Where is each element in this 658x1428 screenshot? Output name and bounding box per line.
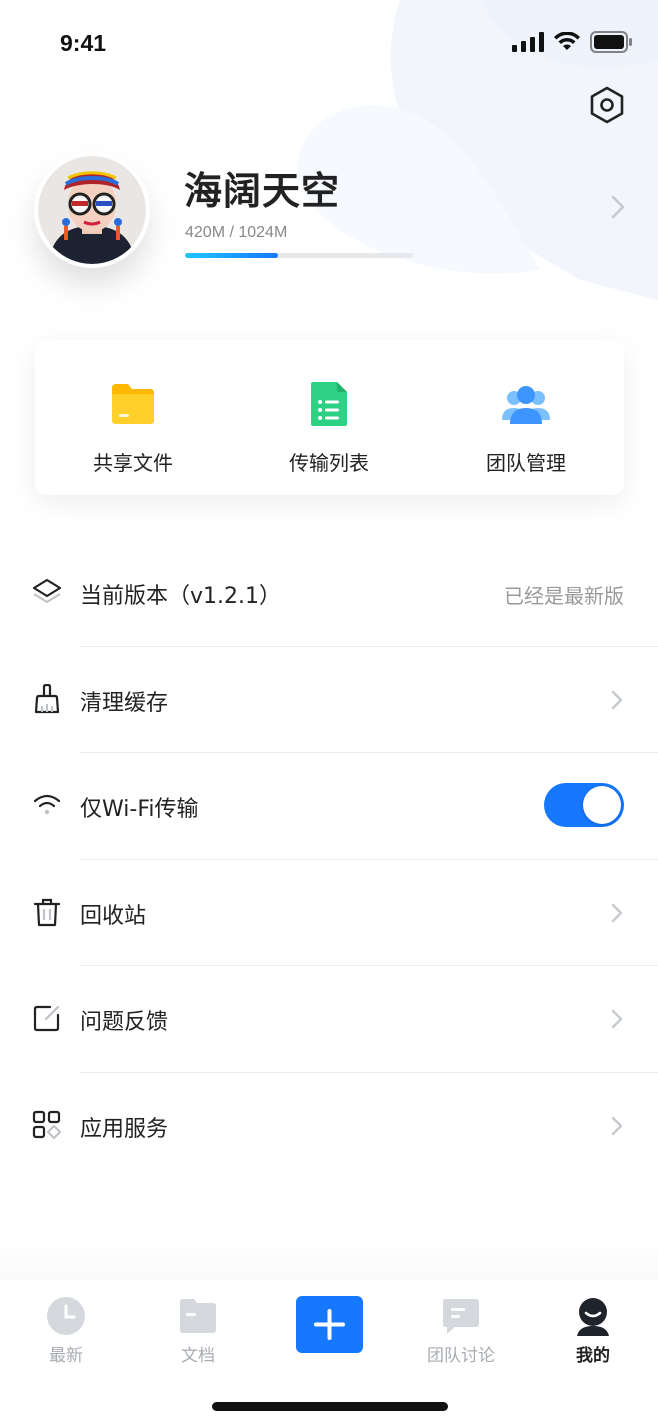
home-indicator [212, 1402, 448, 1411]
chevron-right-icon [611, 1009, 623, 1029]
tab-label: 文档 [181, 1346, 215, 1366]
trash-icon [33, 898, 61, 926]
quick-action-shared-files[interactable]: 共享文件 [35, 340, 231, 495]
chevron-right-icon [611, 690, 623, 709]
battery-icon [590, 31, 632, 53]
wifi-status-icon [554, 32, 580, 50]
username: 海阔天空 [184, 169, 341, 213]
team-icon [502, 386, 550, 424]
chat-icon [443, 1299, 479, 1334]
tab-documents[interactable]: 文档 [148, 1280, 248, 1370]
storage-progress-fill [185, 253, 279, 258]
chevron-right-icon [611, 1116, 623, 1135]
quick-action-team-management[interactable]: 团队管理 [428, 340, 624, 495]
menu-label: 当前版本（v1.2.1） [80, 584, 281, 609]
add-button[interactable] [296, 1296, 363, 1353]
avatar-frame[interactable] [34, 152, 150, 268]
user-icon [577, 1298, 609, 1336]
settings-hex-icon[interactable] [588, 86, 626, 124]
menu-label: 仅Wi-Fi传输 [80, 797, 199, 822]
edit-icon [33, 1005, 60, 1032]
tab-team-discussion[interactable]: 团队讨论 [411, 1280, 511, 1370]
tab-label: 团队讨论 [427, 1346, 495, 1366]
quick-action-label: 团队管理 [486, 451, 566, 475]
menu-row-version[interactable]: 当前版本（v1.2.1） 已经是最新版 [0, 540, 658, 647]
chevron-right-icon [611, 903, 623, 922]
tab-latest[interactable]: 最新 [16, 1280, 116, 1370]
folder-icon [180, 1299, 216, 1333]
settings-menu: 当前版本（v1.2.1） 已经是最新版 清理缓存 仅Wi-Fi传输 回收站 问题… [0, 540, 658, 1179]
storage-usage-text: 420M / 1024M [185, 224, 288, 241]
tab-bar-shadow [0, 1240, 658, 1280]
broom-icon [34, 683, 60, 713]
menu-label: 回收站 [80, 903, 147, 929]
toggle-knob [583, 786, 621, 824]
status-icons [512, 30, 632, 54]
version-status: 已经是最新版 [504, 584, 624, 608]
status-bar: 9:41 [0, 0, 658, 90]
document-list-icon [311, 382, 347, 426]
menu-row-app-services[interactable]: 应用服务 [0, 1073, 658, 1180]
storage-progress-bar [185, 253, 413, 258]
menu-row-feedback[interactable]: 问题反馈 [0, 966, 658, 1073]
quick-actions-card: 共享文件 传输列表 团队管理 [35, 340, 624, 495]
wifi-icon [33, 794, 61, 815]
wifi-only-toggle[interactable] [544, 783, 624, 827]
menu-row-recycle-bin[interactable]: 回收站 [0, 860, 658, 966]
layers-icon [32, 578, 62, 604]
menu-label: 问题反馈 [80, 1010, 169, 1035]
folder-icon [112, 384, 154, 424]
menu-row-wifi-only: 仅Wi-Fi传输 [0, 753, 658, 860]
apps-icon [32, 1110, 62, 1139]
clock-icon [47, 1297, 85, 1335]
status-time: 9:41 [60, 30, 107, 56]
menu-label: 应用服务 [80, 1116, 169, 1142]
quick-action-label: 共享文件 [93, 451, 173, 475]
quick-action-label: 传输列表 [289, 451, 369, 475]
menu-row-clear-cache[interactable]: 清理缓存 [0, 647, 658, 753]
tab-label: 最新 [49, 1346, 83, 1366]
avatar [38, 156, 146, 264]
signal-icon [512, 32, 544, 52]
profile-header[interactable]: 海阔天空 420M / 1024M [0, 148, 658, 288]
chevron-right-icon[interactable] [610, 194, 626, 220]
tab-label: 我的 [576, 1346, 610, 1366]
quick-action-transfer-list[interactable]: 传输列表 [231, 340, 427, 495]
tab-me[interactable]: 我的 [543, 1280, 643, 1370]
plus-icon [314, 1309, 345, 1340]
menu-label: 清理缓存 [80, 690, 169, 716]
